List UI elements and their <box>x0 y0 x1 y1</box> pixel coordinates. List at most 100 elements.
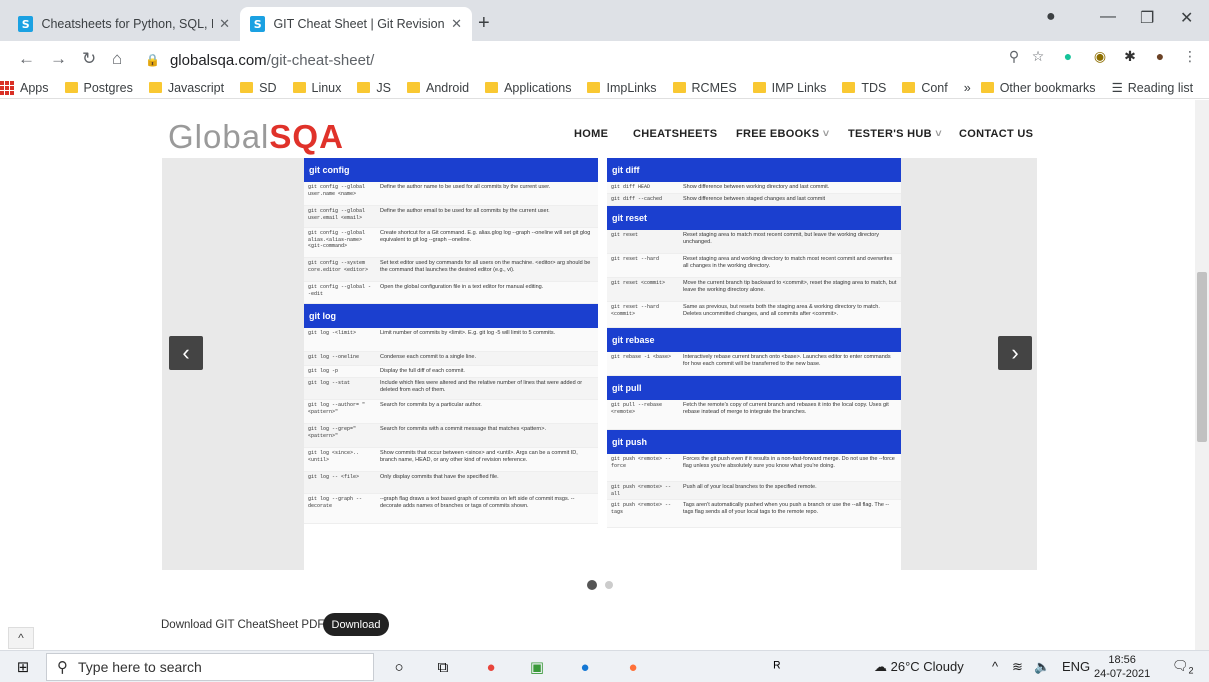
download-button[interactable]: Download <box>323 613 389 636</box>
sheet-row: git config --system core.editor <editor>… <box>304 258 598 282</box>
more-bookmarks-button[interactable]: » <box>964 81 971 95</box>
sheet-description: --graph flag draws a text based graph of… <box>380 496 575 510</box>
reload-icon[interactable]: ↻ <box>82 49 96 69</box>
window-close-icon[interactable]: ✕ <box>1180 8 1193 28</box>
sheet-command: git log --graph --decorate <box>308 496 363 509</box>
weather-widget[interactable]: ☁ 26°C Cloudy <box>874 659 964 675</box>
reading-list[interactable]: ☰ Reading list <box>1112 80 1194 96</box>
people-icon[interactable]: ᴿ <box>766 656 788 678</box>
bookmark-folder[interactable]: Javascript <box>148 81 224 95</box>
address-bar[interactable]: 🔒 globalsqa.com/git-cheat-sheet/ <box>145 46 1015 74</box>
bookmark-folder[interactable]: RCMES <box>672 81 737 95</box>
sheet-command: git push <remote> --tags <box>611 502 672 515</box>
sheet-row: git log <since>..<until> Show commits tha… <box>304 448 598 472</box>
sheet-row: git config --global alias.<alias-name> <… <box>304 228 598 258</box>
windows-start-icon[interactable]: ⊞ <box>12 656 34 678</box>
forward-arrow-icon[interactable]: → <box>50 49 67 69</box>
scrollbar-thumb[interactable] <box>1197 272 1207 442</box>
extension-icon[interactable]: ◉ <box>1090 46 1110 66</box>
kebab-menu-icon[interactable]: ⋮ <box>1180 46 1200 66</box>
close-icon[interactable]: ✕ <box>451 16 462 32</box>
notification-icon[interactable]: 🗨2 <box>1172 658 1194 676</box>
sheet-section-title: git log <box>304 304 598 328</box>
bookmark-folder[interactable]: TDS <box>842 81 886 95</box>
sheet-row: git log --grep="<pattern>" Search for com… <box>304 424 598 448</box>
back-arrow-icon[interactable]: ← <box>18 49 35 69</box>
bookmark-apps[interactable]: Apps <box>0 80 49 95</box>
scroll-to-top-button[interactable]: ^ <box>8 627 34 649</box>
sheet-description: Create shortcut for a Git command. E.g. … <box>380 230 591 244</box>
sheet-description: Search for commits by a particular autho… <box>380 402 482 408</box>
carousel-dot[interactable] <box>605 581 613 589</box>
edge-icon[interactable]: ● <box>574 656 596 678</box>
minimize-icon[interactable]: — <box>1100 8 1116 26</box>
folder-icon <box>148 82 162 93</box>
tray-chevron-up-icon[interactable]: ^ <box>992 659 998 674</box>
grammarly-extension-icon[interactable]: ● <box>1058 46 1078 66</box>
bookmark-folder[interactable]: Android <box>406 81 469 95</box>
sheet-row: git push <remote> --force Forces the git … <box>607 454 901 482</box>
language-indicator[interactable]: ENG <box>1062 659 1090 674</box>
site-favicon-icon: S <box>18 16 34 32</box>
bookmark-folder[interactable]: ImpLinks <box>587 81 657 95</box>
chrome-icon[interactable]: ● <box>480 656 502 678</box>
bookmark-folder[interactable]: Postgres <box>64 81 133 95</box>
bookmark-other[interactable]: Other bookmarks <box>980 81 1096 95</box>
sheet-row: git log -- <file> Only display commits th… <box>304 472 598 494</box>
home-icon[interactable]: ⌂ <box>112 49 122 69</box>
sheet-description: Move the current branch tip backward to … <box>683 280 897 294</box>
site-logo[interactable]: GlobalSQA <box>168 118 344 156</box>
sheet-row: git log --stat Include which files were a… <box>304 378 598 400</box>
firefox-icon[interactable]: ● <box>622 656 644 678</box>
sheet-command: git log --stat <box>308 380 351 386</box>
restore-icon[interactable]: ❐ <box>1140 8 1154 28</box>
carousel-dot-active[interactable] <box>587 580 597 590</box>
sheet-command: git diff --cached <box>611 196 663 202</box>
nav-cheatsheets[interactable]: CHEATSHEETS <box>633 128 717 140</box>
taskbar-search-input[interactable]: ⚲ Type here to search <box>46 653 374 681</box>
bookmark-folder[interactable]: SD <box>240 81 277 95</box>
bookmark-folder[interactable]: JS <box>357 81 391 95</box>
tab-cheatsheets[interactable]: S Cheatsheets for Python, SQL, ML ✕ <box>8 7 240 41</box>
folder-icon <box>752 82 766 93</box>
cortana-icon[interactable]: ○ <box>388 656 410 678</box>
sheet-description: Reset staging area and working directory… <box>683 256 893 270</box>
volume-icon[interactable]: 🔈 <box>1034 659 1050 675</box>
sheet-command: git config --global alias.<alias-name> <… <box>308 230 366 249</box>
chevron-down-icon: ˅ <box>935 128 942 140</box>
bookmark-folder[interactable]: Conf <box>902 81 948 95</box>
bookmark-folder[interactable]: Applications <box>485 81 571 95</box>
carousel-prev-button[interactable]: ‹ <box>169 336 203 370</box>
sheet-command: git log -<limit> <box>308 330 357 336</box>
new-tab-button[interactable]: + <box>478 12 490 35</box>
folder-icon <box>64 82 78 93</box>
star-icon[interactable]: ☆ <box>1028 46 1048 66</box>
close-icon[interactable]: ✕ <box>219 16 230 32</box>
nav-testers-hub[interactable]: TESTER'S HUB ˅ <box>848 128 942 140</box>
zoom-icon[interactable]: ⚲ <box>1004 46 1024 66</box>
nav-home[interactable]: HOME <box>574 128 608 140</box>
nav-free-ebooks[interactable]: FREE EBOOKS ˅ <box>736 128 829 140</box>
tab-title: GIT Cheat Sheet | Git Revision in <box>273 17 446 31</box>
clock[interactable]: 18:56 24-07-2021 <box>1094 653 1150 681</box>
sheet-description: Only display commits that have the speci… <box>380 474 499 480</box>
sheet-row: git reset <commit> Move the current branc… <box>607 278 901 302</box>
taskbar: ⊞ ⚲ Type here to search ○ ⧉ ● ▣ ● ● ᴿ ☁ … <box>0 650 1209 682</box>
app-icon[interactable]: ▣ <box>526 656 548 678</box>
sheet-description: Forces the git push even if it results i… <box>683 456 895 470</box>
bookmark-folder[interactable]: Linux <box>292 81 341 95</box>
task-view-icon[interactable]: ⧉ <box>432 656 454 678</box>
sheet-command: git diff HEAD <box>611 184 651 190</box>
network-icon[interactable]: ≋ <box>1012 659 1023 675</box>
bookmark-folder[interactable]: IMP Links <box>752 81 826 95</box>
sheet-command: git config --system core.editor <editor> <box>308 260 369 273</box>
profile-indicator-icon[interactable]: ● <box>1046 8 1056 26</box>
puzzle-extensions-icon[interactable]: ✱ <box>1120 46 1140 66</box>
sheet-row: git config --global --edit Open the globa… <box>304 282 598 304</box>
page-content: GlobalSQA HOME CHEATSHEETS FREE EBOOKS ˅… <box>0 100 1195 650</box>
carousel-next-button[interactable]: › <box>998 336 1032 370</box>
sheet-command: git pull --rebase <remote> <box>611 402 663 415</box>
nav-contact-us[interactable]: CONTACT US <box>959 128 1033 140</box>
tab-git-cheat-sheet[interactable]: S GIT Cheat Sheet | Git Revision in ✕ <box>240 7 472 41</box>
avatar[interactable]: ● <box>1150 46 1170 66</box>
